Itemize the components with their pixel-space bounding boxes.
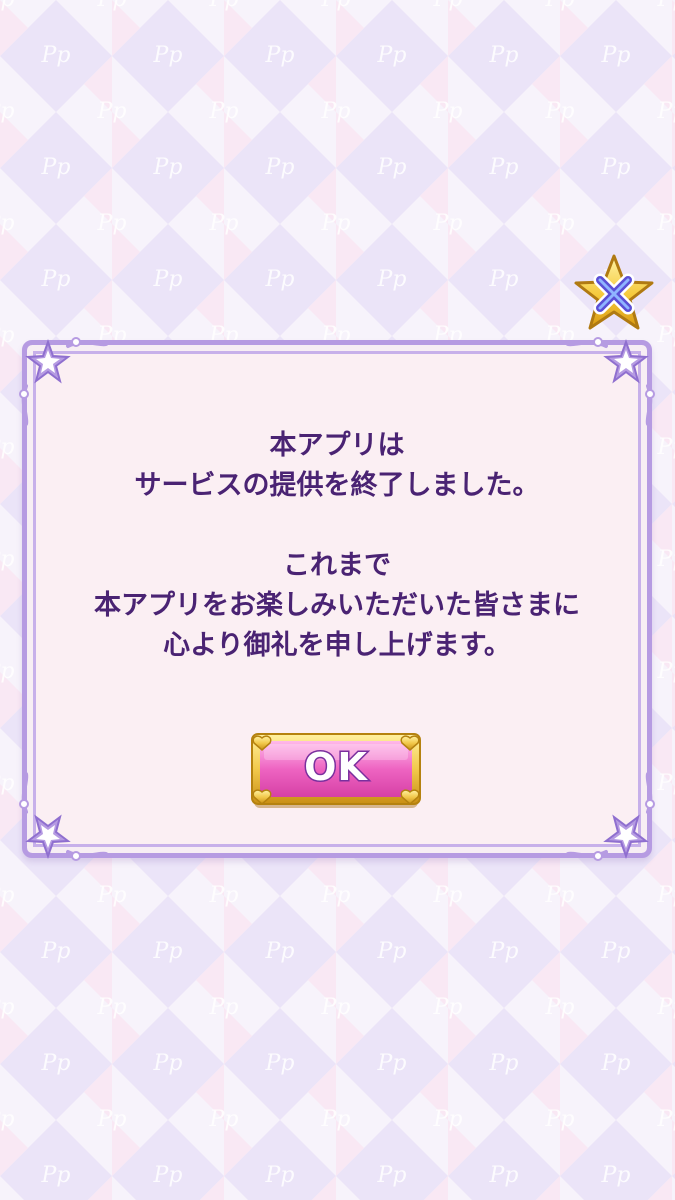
message-line: 心より御礼を申し上げます。	[163, 630, 511, 661]
star-corner-ornament-icon	[19, 337, 108, 426]
ok-button[interactable]: OK	[248, 730, 424, 812]
message-line: これまで	[283, 550, 391, 581]
close-x-icon	[574, 254, 654, 330]
message-line: サービスの提供を終了しました。	[134, 470, 540, 501]
close-button[interactable]	[572, 252, 656, 336]
message-line: 本アプリは	[269, 430, 405, 461]
service-end-dialog: 本アプリは サービスの提供を終了しました。 これまで 本アプリをお楽しみいただい…	[19, 337, 655, 861]
star-corner-ornament-icon	[566, 772, 655, 861]
message-gap	[52, 506, 622, 546]
star-corner-ornament-icon	[19, 772, 108, 861]
dialog-message: 本アプリは サービスの提供を終了しました。 これまで 本アプリをお楽しみいただい…	[52, 426, 622, 666]
star-corner-ornament-icon	[566, 337, 655, 426]
ok-button-label: OK	[303, 744, 369, 791]
message-line: 本アプリをお楽しみいただいた皆さまに	[94, 590, 580, 621]
